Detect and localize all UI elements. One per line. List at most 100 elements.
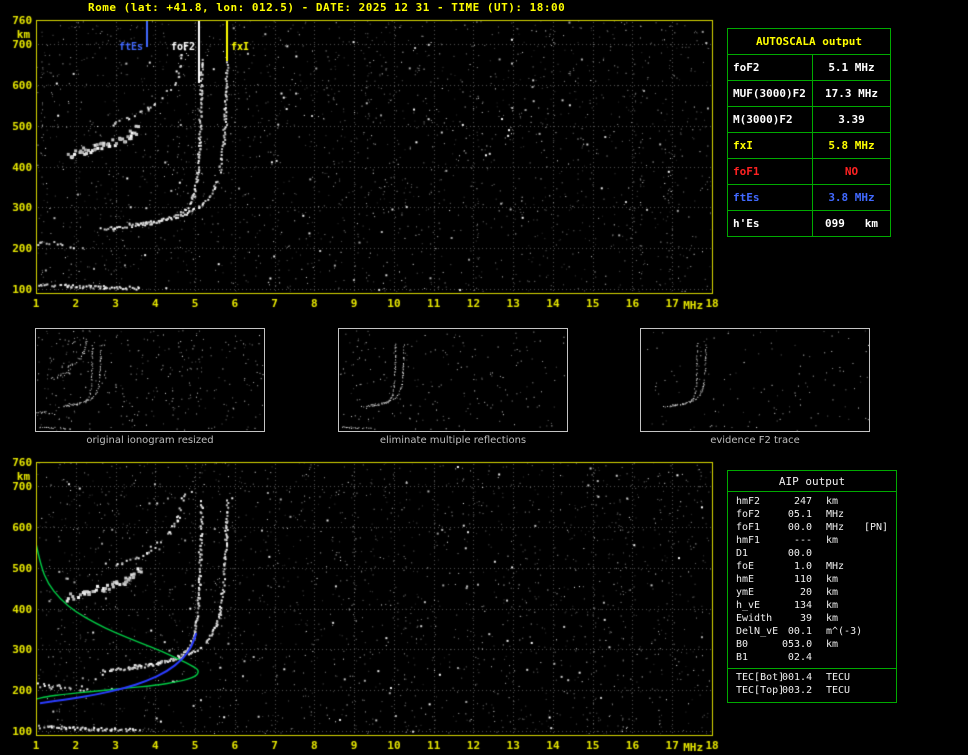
- aip-row-label: foF2: [736, 509, 782, 522]
- aip-row-label: TEC[Top]: [736, 685, 782, 698]
- autoscala-row-label: h'Es: [728, 211, 813, 236]
- aip-row-unit: km: [812, 639, 856, 652]
- aip-table-title: AIP output: [728, 471, 896, 492]
- autoscala-row: fxI5.8 MHz: [728, 132, 890, 158]
- aip-row-unit: MHz: [812, 522, 856, 535]
- aip-row-label: B1: [736, 652, 782, 665]
- aip-row-note: [856, 600, 896, 613]
- aip-row-unit: km: [812, 587, 856, 600]
- autoscala-row-label: fxI: [728, 133, 813, 158]
- thumbnail-evidence-f2: [640, 328, 870, 432]
- aip-row: TEC[Bot]001.4TECU: [728, 672, 896, 685]
- autoscala-row-value: 17.3 MHz: [813, 81, 890, 106]
- aip-row: D100.0: [728, 548, 896, 561]
- aip-row-unit: TECU: [812, 672, 856, 685]
- aip-row-label: foF1: [736, 522, 782, 535]
- aip-row: hmE110km: [728, 574, 896, 587]
- autoscala-row: h'Es099 km: [728, 210, 890, 236]
- aip-row-value: 05.1: [782, 509, 812, 522]
- autoscala-row-value: 5.8 MHz: [813, 133, 890, 158]
- aip-row-label: Ewidth: [736, 613, 782, 626]
- aip-row-label: TEC[Bot]: [736, 672, 782, 685]
- aip-row-unit: TECU: [812, 685, 856, 698]
- aip-row-note: [856, 561, 896, 574]
- aip-ionogram-canvas: [0, 456, 730, 755]
- autoscala-table-title: AUTOSCALA output: [728, 29, 890, 54]
- aip-row-label: B0: [736, 639, 782, 652]
- autoscala-row-value: NO: [813, 159, 890, 184]
- autoscala-row-value: 3.8 MHz: [813, 185, 890, 210]
- autoscala-row-label: foF2: [728, 55, 813, 80]
- autoscala-row-value: 099 km: [813, 211, 890, 236]
- autoscala-row-label: ftEs: [728, 185, 813, 210]
- aip-row-note: [856, 639, 896, 652]
- aip-row: DelN_vE00.1m^(-3): [728, 626, 896, 639]
- aip-row-note: [856, 672, 896, 685]
- aip-row-note: [856, 626, 896, 639]
- aip-row-unit: km: [812, 496, 856, 509]
- aip-row-value: 39: [782, 613, 812, 626]
- aip-row-unit: [812, 548, 856, 561]
- autoscala-row-label: foF1: [728, 159, 813, 184]
- aip-output-table: AIP outputhmF2247kmfoF205.1MHzfoF100.0MH…: [727, 470, 897, 703]
- aip-row-label: D1: [736, 548, 782, 561]
- aip-row: foF100.0MHz[PN]: [728, 522, 896, 535]
- aip-row-label: ymE: [736, 587, 782, 600]
- aip-row: ymE20km: [728, 587, 896, 600]
- aip-row-note: [856, 613, 896, 626]
- aip-row-value: 00.1: [782, 626, 812, 639]
- aip-row: foF205.1MHz: [728, 509, 896, 522]
- aip-row-value: 053.0: [782, 639, 812, 652]
- aip-row-unit: MHz: [812, 561, 856, 574]
- aip-row-value: 00.0: [782, 522, 812, 535]
- aip-row: h_vE134km: [728, 600, 896, 613]
- aip-row-note: [856, 685, 896, 698]
- scaled-ionogram-canvas: [0, 14, 730, 320]
- autoscala-row: M(3000)F23.39: [728, 106, 890, 132]
- autoscala-row-value: 3.39: [813, 107, 890, 132]
- aip-row: B0053.0km: [728, 639, 896, 652]
- thumbnail-caption-original: original ionogram resized: [35, 435, 265, 446]
- aip-row-note: [856, 548, 896, 561]
- page-title: Rome (lat: +41.8, lon: 012.5) - DATE: 20…: [88, 1, 565, 14]
- autoscala-row: ftEs3.8 MHz: [728, 184, 890, 210]
- aip-row-value: 1.0: [782, 561, 812, 574]
- aip-row-unit: km: [812, 600, 856, 613]
- aip-row-value: 003.2: [782, 685, 812, 698]
- aip-row-value: 00.0: [782, 548, 812, 561]
- aip-row-note: [PN]: [856, 522, 896, 535]
- aip-row-label: foE: [736, 561, 782, 574]
- thumbnail-caption-eliminate: eliminate multiple reflections: [338, 435, 568, 446]
- thumbnail-original-ionogram: [35, 328, 265, 432]
- aip-row: hmF2247km: [728, 496, 896, 509]
- aip-row: hmF1---km: [728, 535, 896, 548]
- aip-row-note: [856, 535, 896, 548]
- aip-row-label: hmF1: [736, 535, 782, 548]
- aip-row-value: 110: [782, 574, 812, 587]
- aip-table-divider: [728, 668, 896, 669]
- autoscala-row-value: 5.1 MHz: [813, 55, 890, 80]
- aip-row-value: ---: [782, 535, 812, 548]
- autoscala-row: MUF(3000)F217.3 MHz: [728, 80, 890, 106]
- autoscala-row-label: M(3000)F2: [728, 107, 813, 132]
- aip-row: foE1.0MHz: [728, 561, 896, 574]
- aip-row-unit: m^(-3): [812, 626, 856, 639]
- autoscala-row: foF1NO: [728, 158, 890, 184]
- aip-row-note: [856, 496, 896, 509]
- aip-row-label: h_vE: [736, 600, 782, 613]
- aip-row-label: hmE: [736, 574, 782, 587]
- autoscala-window: Rome (lat: +41.8, lon: 012.5) - DATE: 20…: [0, 0, 968, 755]
- autoscala-row-label: MUF(3000)F2: [728, 81, 813, 106]
- aip-row: TEC[Top]003.2TECU: [728, 685, 896, 698]
- aip-row-value: 134: [782, 600, 812, 613]
- aip-row-value: 247: [782, 496, 812, 509]
- thumbnail-caption-evidence: evidence F2 trace: [640, 435, 870, 446]
- autoscala-row: foF25.1 MHz: [728, 54, 890, 80]
- aip-row-unit: km: [812, 613, 856, 626]
- aip-row-value: 02.4: [782, 652, 812, 665]
- aip-row-unit: MHz: [812, 509, 856, 522]
- aip-row-note: [856, 652, 896, 665]
- aip-row-unit: km: [812, 535, 856, 548]
- aip-row-value: 001.4: [782, 672, 812, 685]
- aip-row-unit: km: [812, 574, 856, 587]
